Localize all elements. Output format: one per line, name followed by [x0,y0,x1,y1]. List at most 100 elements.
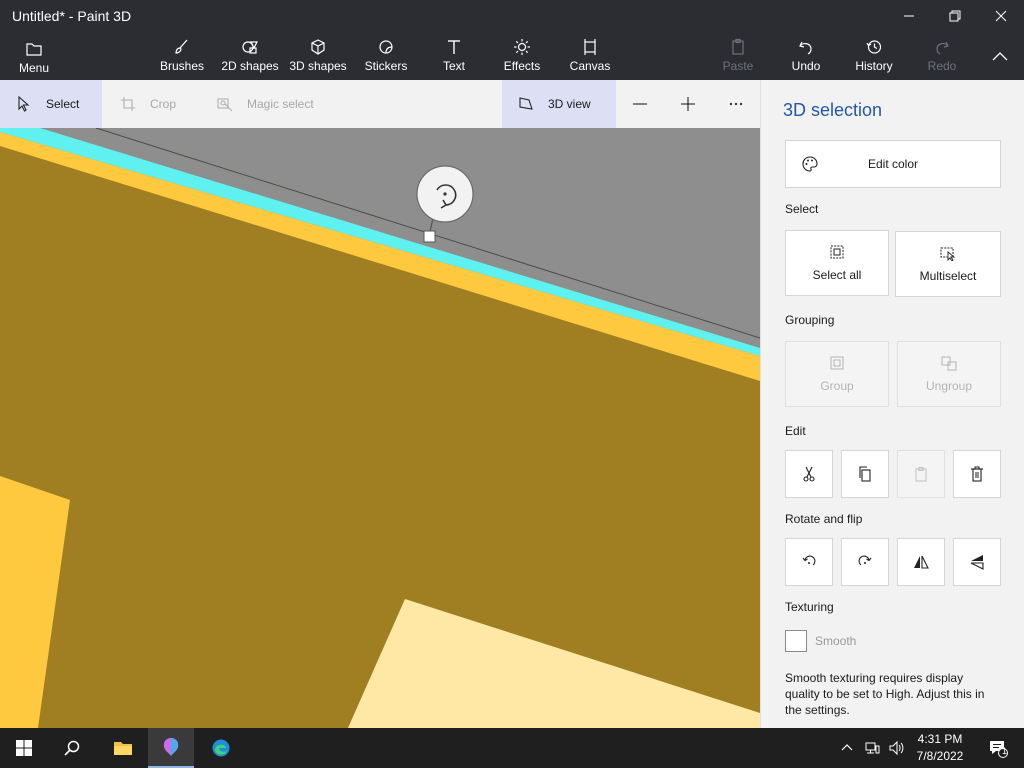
minimize-button[interactable] [886,0,932,32]
rotation-anchor[interactable] [423,230,436,243]
crop-tool-button[interactable]: Crop [118,80,176,128]
minus-icon [633,103,647,105]
history-label: History [855,59,893,73]
scissors-icon [803,466,815,482]
clock-date: 7/8/2022 [916,749,964,763]
cut-button[interactable] [785,450,833,498]
select-all-button[interactable]: Select all [785,230,889,296]
edge-browser-button[interactable] [198,728,244,768]
stickers-button[interactable]: Stickers [362,36,410,78]
crop-icon [121,97,135,111]
menu-button[interactable]: Menu [12,38,56,80]
zoom-out-button[interactable] [620,80,660,128]
cube-icon [311,39,325,55]
action-center-button[interactable]: 1 [978,728,1018,768]
chevron-up-icon [992,52,1008,61]
select-tool-button[interactable]: Select [0,80,102,128]
network-button[interactable] [860,728,884,768]
2d-shapes-button[interactable]: 2D shapes [220,36,280,78]
object-bottom-block [348,599,760,728]
restore-button[interactable] [932,0,978,32]
smooth-checkbox[interactable] [785,630,807,652]
2d-shapes-icon [242,41,258,54]
paste-icon [732,38,744,55]
paste-panel-button[interactable] [897,450,945,498]
speaker-icon [889,740,904,756]
panel-title: 3D selection [783,100,883,120]
3d-view-label: 3D view [548,97,591,111]
3d-view-button[interactable]: 3D view [502,80,616,128]
notification-count: 1 [1002,746,1008,756]
undo-button[interactable]: Undo [786,36,826,78]
redo-button[interactable]: Redo [922,36,962,78]
sticker-icon [379,40,393,54]
3d-shapes-label: 3D shapes [289,59,347,73]
select-section-label: Select [785,202,819,216]
search-icon [64,740,80,756]
canvas-button[interactable]: Canvas [566,36,614,78]
smooth-texturing-note: Smooth texturing requires display qualit… [785,671,985,717]
brush-icon [175,39,188,54]
edit-color-button[interactable]: Edit color [785,140,1001,188]
flip-vertical-icon [970,555,984,570]
texturing-section-label: Texturing [785,600,834,614]
select-all-icon [830,245,844,259]
magic-select-button[interactable]: Magic select [217,80,314,128]
close-icon [995,10,1007,22]
rotate-right-button[interactable] [841,538,889,586]
effects-button[interactable]: Effects [500,36,544,78]
clock-time: 4:31 PM [917,732,963,746]
taskbar-clock[interactable]: 4:31 PM 7/8/2022 [912,731,968,765]
undo-label: Undo [791,59,821,73]
rotate-right-icon [858,555,872,566]
group-label: Group [820,379,854,393]
copy-button[interactable] [841,450,889,498]
folder-icon [114,742,132,755]
palette-icon [802,156,818,172]
minimize-icon [904,15,914,17]
text-button[interactable]: Text [434,36,474,78]
redo-icon [936,41,949,55]
volume-button[interactable] [884,728,908,768]
copy-icon [859,466,871,482]
magic-select-icon [217,98,233,112]
selection-toolbar: Select Crop Magic select 3D view [0,80,760,128]
3d-shapes-button[interactable]: 3D shapes [288,36,348,78]
multiselect-button[interactable]: Multiselect [895,231,1001,297]
ungroup-label: Ungroup [925,379,973,393]
stickers-label: Stickers [364,59,408,73]
plus-icon [681,97,695,111]
chevron-up-icon [841,744,853,751]
3d-selection-panel: 3D selection Edit color Select Select al… [760,80,1024,728]
flip-vertical-button[interactable] [953,538,1001,586]
3d-view-icon [519,97,533,110]
ungroup-icon [941,356,957,371]
paint-3d-taskbar-button[interactable] [148,728,194,768]
edit-section-label: Edit [785,424,806,438]
flip-horizontal-button[interactable] [897,538,945,586]
rotate-left-button[interactable] [785,538,833,586]
edit-color-label: Edit color [867,157,919,171]
smooth-label: Smooth [815,634,857,648]
delete-button[interactable] [953,450,1001,498]
file-explorer-button[interactable] [100,728,146,768]
history-button[interactable]: History [850,36,898,78]
show-hidden-icons-button[interactable] [836,728,858,768]
grouping-section-label: Grouping [785,313,835,327]
paste-icon [915,466,927,482]
rotation-handle[interactable] [416,165,474,223]
more-options-button[interactable] [716,80,756,128]
ungroup-button[interactable]: Ungroup [897,341,1001,407]
brushes-button[interactable]: Brushes [158,36,206,78]
effects-label: Effects [503,59,541,73]
paste-button[interactable]: Paste [718,36,758,78]
drawing-canvas[interactable] [0,128,760,728]
search-button[interactable] [48,728,96,768]
sun-icon [514,39,530,55]
redo-label: Redo [927,59,957,73]
text-icon [448,40,460,54]
start-button[interactable] [0,728,48,768]
zoom-in-button[interactable] [668,80,708,128]
group-button[interactable]: Group [785,341,889,407]
close-button[interactable] [978,0,1024,32]
